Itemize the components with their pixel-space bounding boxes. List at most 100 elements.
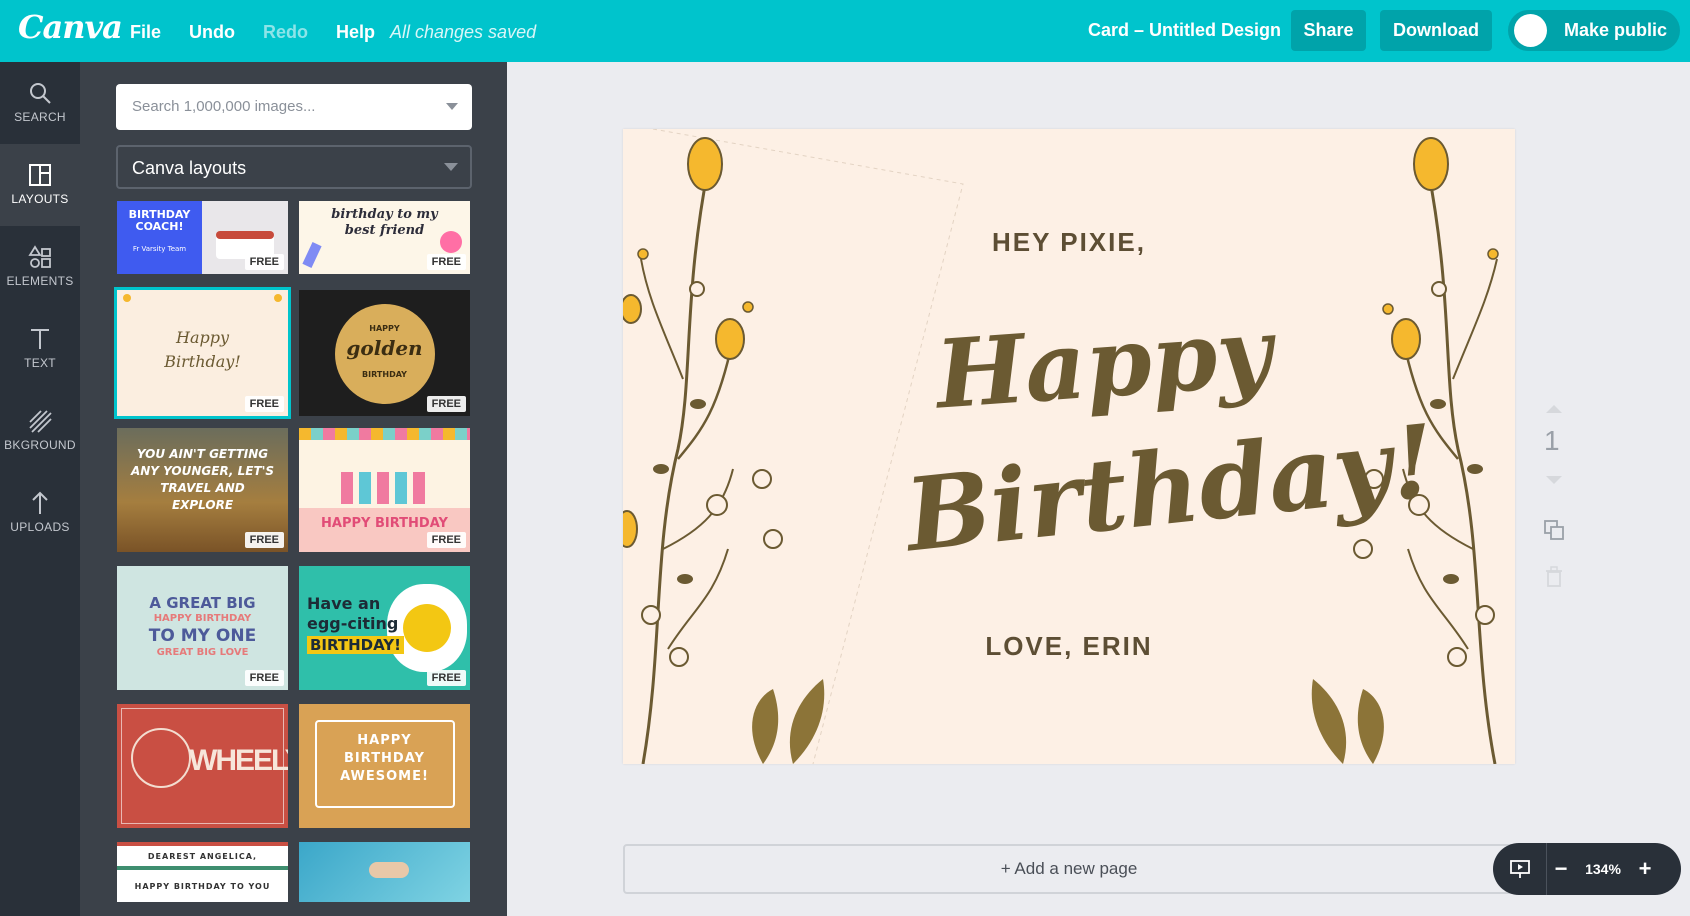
layout-thumb-kid-photo[interactable] [299, 842, 470, 902]
layout-category-select[interactable]: Canva layouts [116, 145, 472, 189]
menu-undo[interactable]: Undo [189, 22, 235, 43]
free-badge: FREE [244, 670, 284, 686]
bunting [299, 428, 470, 440]
layout-thumb-dearest-angelica[interactable]: DEAREST ANGELICA, HAPPY BIRTHDAY TO YOU [117, 842, 288, 902]
layout-thumb-great-big[interactable]: A GREAT BIG HAPPY BIRTHDAY TO MY ONE GRE… [117, 566, 288, 690]
thumb-text: HAPPY [369, 324, 400, 333]
layout-thumb-birthday-coach[interactable]: BIRTHDAY COACH! Fr Varsity Team FREE [117, 201, 288, 274]
zoom-in-button[interactable]: + [1631, 856, 1659, 882]
zoom-out-button[interactable]: − [1547, 856, 1575, 882]
thumb-text: A GREAT BIG [149, 594, 256, 612]
duplicate-page-icon[interactable] [1542, 518, 1566, 542]
layout-thumb-egg-citing[interactable]: Have an egg-citing BIRTHDAY! FREE [299, 566, 470, 690]
rail-text[interactable]: TEXT [0, 308, 80, 390]
layout-category-value: Canva layouts [132, 158, 247, 178]
free-badge: FREE [426, 532, 466, 548]
party-hat [302, 242, 322, 268]
present-icon [1509, 860, 1530, 878]
rail-background[interactable]: BKGROUND [0, 390, 80, 472]
thumb-text: Fr Varsity Team [132, 245, 187, 253]
flower-dot [274, 294, 282, 302]
free-badge: FREE [426, 396, 466, 412]
main-menu: File Undo Redo Help [130, 22, 375, 43]
upload-arrow-icon [32, 491, 48, 514]
delete-page-icon[interactable] [1544, 566, 1564, 588]
free-badge: FREE [426, 670, 466, 686]
layout-thumb-travel[interactable]: YOU AIN'T GETTING ANY YOUNGER, LET'S TRA… [117, 428, 288, 552]
background-icon [29, 410, 52, 433]
search-placeholder: Search 1,000,000 images... [132, 98, 316, 115]
chevron-down-icon [444, 163, 458, 171]
rail-uploads[interactable]: UPLOADS [0, 472, 80, 554]
card-headline-happy[interactable]: Happy [933, 297, 1276, 430]
rail-background-label: BKGROUND [4, 438, 76, 452]
image-search-input[interactable]: Search 1,000,000 images... [116, 84, 472, 130]
menu-redo[interactable]: Redo [263, 22, 308, 43]
thumb-text: HAPPY BIRTHDAY [321, 516, 448, 531]
thumb-text: TO MY ONE [148, 626, 257, 646]
thumb-text: HAPPY BIRTHDAY TO YOU [134, 882, 271, 891]
cake-top [216, 231, 274, 239]
make-public-label: Make public [1564, 20, 1668, 40]
make-public-toggle[interactable]: Make public [1508, 10, 1680, 51]
page-number: 1 [1544, 425, 1560, 456]
page-up-arrow-icon[interactable] [1546, 405, 1562, 413]
zoom-level[interactable]: 134% [1575, 861, 1631, 877]
pink-circle [440, 231, 462, 253]
egg-yolk [403, 604, 451, 652]
share-button[interactable]: Share [1291, 10, 1366, 51]
design-canvas[interactable]: HEY PIXIE, Happy Birthday! LOVE, ERIN [623, 129, 1515, 764]
thumb-text: egg-citing [307, 614, 399, 633]
thumb-text: HAPPY BIRTHDAY [153, 613, 252, 624]
rail-elements[interactable]: ELEMENTS [0, 226, 80, 308]
search-icon [30, 83, 51, 104]
thumb-text: DEAREST ANGELICA, [147, 852, 258, 861]
page-down-arrow-icon[interactable] [1546, 476, 1562, 484]
layout-thumb-happy-birthday-floral[interactable]: Happy Birthday! FREE [114, 287, 291, 419]
rail-layouts-label: LAYOUTS [11, 192, 69, 206]
thumb-text: BIRTHDAY! [307, 636, 405, 654]
toggle-knob [1514, 14, 1547, 47]
layouts-panel: Search 1,000,000 images... Canva layouts… [80, 62, 507, 916]
layout-thumb-birthday-awesome[interactable]: HAPPY BIRTHDAY AWESOME! [299, 704, 470, 828]
layout-thumb-candles[interactable]: HAPPY BIRTHDAY FREE [299, 428, 470, 552]
tool-rail: SEARCH LAYOUTS ELEMENTS TEXT BKGROUND UP… [0, 62, 80, 916]
free-badge: FREE [426, 254, 466, 270]
rail-layouts[interactable]: LAYOUTS [0, 144, 80, 226]
document-title[interactable]: Card – Untitled Design [1088, 20, 1281, 41]
thumb-text: BIRTHDAY COACH! [128, 208, 191, 233]
download-button[interactable]: Download [1380, 10, 1492, 51]
add-page-button[interactable]: + Add a new page [623, 844, 1515, 894]
zoom-control: − 134% + [1493, 843, 1681, 895]
top-bar: Canva File Undo Redo Help All changes sa… [0, 0, 1690, 62]
thumb-text: BIRTHDAY [362, 370, 407, 379]
thumb-text: Have an [307, 594, 381, 613]
rail-uploads-label: UPLOADS [10, 520, 70, 534]
thumb-text: golden [346, 336, 423, 360]
thumb-text: WHEELY [189, 744, 288, 777]
thumb-text: HAPPY BIRTHDAY AWESOME! [340, 733, 429, 784]
thumb-text: Birthday! [164, 352, 241, 371]
canva-logo[interactable]: Canva [18, 8, 123, 46]
text-icon [31, 329, 49, 349]
free-badge: FREE [244, 396, 284, 412]
thumb-text: YOU AIN'T GETTING ANY YOUNGER, LET'S TRA… [130, 447, 275, 512]
rail-text-label: TEXT [24, 356, 56, 370]
rail-search-label: SEARCH [14, 110, 66, 124]
layout-thumb-golden-birthday[interactable]: HAPPY golden BIRTHDAY FREE [299, 290, 470, 416]
card-greeting[interactable]: HEY PIXIE, [623, 227, 1515, 258]
photo-figure [369, 862, 409, 878]
present-button[interactable] [1493, 843, 1547, 895]
thumb-stripe [117, 866, 288, 870]
thumb-text: GREAT BIG LOVE [156, 647, 249, 658]
layout-thumb-best-friend[interactable]: birthday to my best friend FREE [299, 201, 470, 274]
chevron-down-icon[interactable] [446, 103, 458, 110]
card-signoff[interactable]: LOVE, ERIN [623, 631, 1515, 662]
candles [341, 472, 427, 504]
layout-thumb-wheely[interactable]: WHEELY [117, 704, 288, 828]
thumb-stripe [117, 842, 288, 846]
free-badge: FREE [244, 254, 284, 270]
menu-file[interactable]: File [130, 22, 161, 43]
rail-search[interactable]: SEARCH [0, 62, 80, 144]
menu-help[interactable]: Help [336, 22, 375, 43]
